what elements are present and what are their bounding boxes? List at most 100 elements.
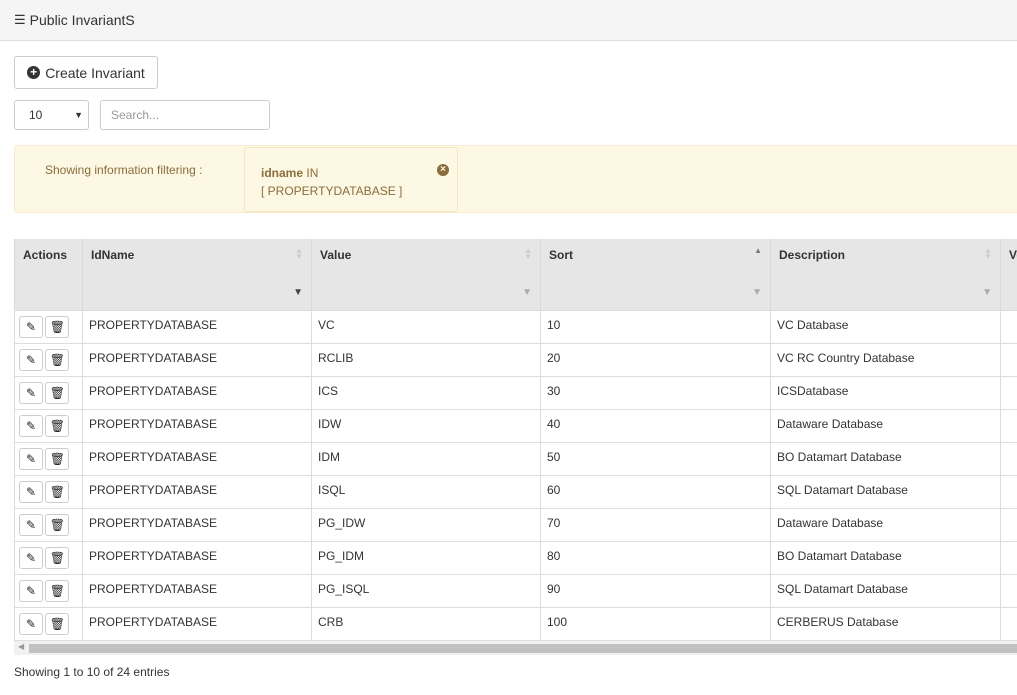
edit-button[interactable]: ✎: [19, 447, 43, 470]
invariants-table: Actions IdName ▲ ▼ Value ▲ ▼ Sort ▲ Description ▲ ▼…: [14, 239, 1017, 641]
column-title: Ve: [1009, 248, 1017, 262]
table-cell: PROPERTYDATABASE: [82, 375, 312, 410]
table-cell: [1000, 441, 1017, 476]
table-cell: PROPERTYDATABASE: [82, 342, 312, 377]
table-cell: [1000, 408, 1017, 443]
remove-filter-icon[interactable]: ×: [437, 164, 449, 176]
delete-button[interactable]: 🗑: [45, 579, 70, 602]
table-cell: 10: [540, 309, 771, 344]
table-cell: VC RC Country Database: [770, 342, 1001, 377]
table-cell: 60: [540, 474, 771, 509]
table-row: ✎ 🗑 PROPERTYDATABASE ICS 30 ICSDatabase: [14, 375, 1017, 410]
scroll-left-icon[interactable]: ◀: [18, 642, 24, 651]
table-cell: PG_IDM: [311, 540, 541, 575]
table-cell: PROPERTYDATABASE: [82, 474, 312, 509]
table-cell: SQL Datamart Database: [770, 474, 1001, 509]
filter-values: [ PROPERTYDATABASE ]: [261, 184, 403, 198]
column-filter-cell: ▼: [770, 271, 1001, 310]
delete-button[interactable]: 🗑: [45, 348, 70, 371]
table-row: ✎ 🗑 PROPERTYDATABASE RCLIB 20 VC RC Country …: [14, 342, 1017, 377]
table-cell: [1000, 375, 1017, 410]
edit-button[interactable]: ✎: [19, 414, 43, 437]
filter-icon[interactable]: ▼: [982, 287, 992, 298]
filter-icon[interactable]: ▼: [752, 287, 762, 298]
table-cell: [1000, 342, 1017, 377]
filter-icon[interactable]: ▼: [293, 287, 303, 298]
delete-button[interactable]: 🗑: [45, 612, 70, 635]
delete-button[interactable]: 🗑: [45, 315, 70, 338]
scrollbar-thumb[interactable]: [29, 644, 1017, 653]
column-title: Description: [779, 248, 846, 262]
table-cell: ISQL: [311, 474, 541, 509]
actions-cell: ✎ 🗑: [14, 507, 83, 542]
table-cell: [1000, 507, 1017, 542]
delete-button[interactable]: 🗑: [45, 480, 70, 503]
table-row: ✎ 🗑 PROPERTYDATABASE CRB 100 CERBERUS Databa…: [14, 606, 1017, 641]
edit-button[interactable]: ✎: [19, 381, 43, 404]
delete-button[interactable]: 🗑: [45, 414, 70, 437]
table-cell: Dataware Database: [770, 408, 1001, 443]
table-cell: [1000, 606, 1017, 641]
horizontal-scrollbar[interactable]: ◀: [14, 641, 1017, 655]
column-header-actions: Actions: [14, 239, 83, 271]
edit-button[interactable]: ✎: [19, 480, 43, 503]
column-header-value[interactable]: Value ▲ ▼: [311, 239, 541, 271]
table-cell: RCLIB: [311, 342, 541, 377]
table-row: ✎ 🗑 PROPERTYDATABASE ISQL 60 SQL Datamart Da…: [14, 474, 1017, 509]
edit-button[interactable]: ✎: [19, 315, 43, 338]
column-header-sort[interactable]: Sort ▲: [540, 239, 771, 271]
delete-button[interactable]: 🗑: [45, 381, 70, 404]
sort-icon: ▲ ▼: [984, 246, 992, 261]
delete-button[interactable]: 🗑: [45, 447, 70, 470]
edit-button[interactable]: ✎: [19, 348, 43, 371]
edit-button[interactable]: ✎: [19, 579, 43, 602]
sort-icon: ▲ ▼: [295, 246, 303, 261]
table-cell: VC Database: [770, 309, 1001, 344]
actions-cell: ✎ 🗑: [14, 606, 83, 641]
actions-cell: ✎ 🗑: [14, 474, 83, 509]
column-filter-cell: ▼: [311, 271, 541, 310]
table-cell: IDM: [311, 441, 541, 476]
column-filter-cell: [1000, 271, 1017, 310]
search-input[interactable]: [100, 100, 270, 130]
table-cell: PG_ISQL: [311, 573, 541, 608]
actions-cell: ✎ 🗑: [14, 408, 83, 443]
table-cell: CERBERUS Database: [770, 606, 1001, 641]
column-header-ve[interactable]: Ve: [1000, 239, 1017, 271]
column-filter-cell: ▼: [540, 271, 771, 310]
table-cell: [1000, 540, 1017, 575]
filter-info-box: Showing information filtering : idname I…: [14, 145, 1017, 213]
filter-icon[interactable]: ▼: [522, 287, 532, 298]
actions-cell: ✎ 🗑: [14, 342, 83, 377]
edit-button[interactable]: ✎: [19, 513, 43, 536]
table-row: ✎ 🗑 PROPERTYDATABASE PG_ISQL 90 SQL Datamart…: [14, 573, 1017, 608]
table-cell: 50: [540, 441, 771, 476]
create-invariant-label: Create Invariant: [45, 64, 145, 81]
table-row: ✎ 🗑 PROPERTYDATABASE PG_IDW 70 Dataware Data…: [14, 507, 1017, 542]
page-header: ☰ Public InvariantS: [0, 0, 1017, 41]
table-cell: PG_IDW: [311, 507, 541, 542]
create-invariant-button[interactable]: + Create Invariant: [14, 56, 158, 89]
column-title: Actions: [23, 248, 68, 262]
plus-circle-icon: +: [27, 66, 41, 79]
page-length-select[interactable]: 10 ▼: [14, 100, 89, 130]
table-cell: 40: [540, 408, 771, 443]
sort-icon: ▲ ▼: [524, 246, 532, 261]
table-cell: PROPERTYDATABASE: [82, 573, 312, 608]
delete-button[interactable]: 🗑: [45, 546, 70, 569]
column-header-description[interactable]: Description ▲ ▼: [770, 239, 1001, 271]
table-cell: 30: [540, 375, 771, 410]
table-cell: [1000, 573, 1017, 608]
table-info: Showing 1 to 10 of 24 entries: [14, 665, 170, 679]
column-header-idname[interactable]: IdName ▲ ▼: [82, 239, 312, 271]
table-cell: CRB: [311, 606, 541, 641]
actions-cell: ✎ 🗑: [14, 540, 83, 575]
table-cell: VC: [311, 309, 541, 344]
actions-cell: ✎ 🗑: [14, 573, 83, 608]
column-filter-cell: [14, 271, 83, 310]
actions-cell: ✎ 🗑: [14, 309, 83, 344]
edit-button[interactable]: ✎: [19, 612, 43, 635]
column-title: Value: [320, 248, 352, 262]
edit-button[interactable]: ✎: [19, 546, 43, 569]
delete-button[interactable]: 🗑: [45, 513, 70, 536]
